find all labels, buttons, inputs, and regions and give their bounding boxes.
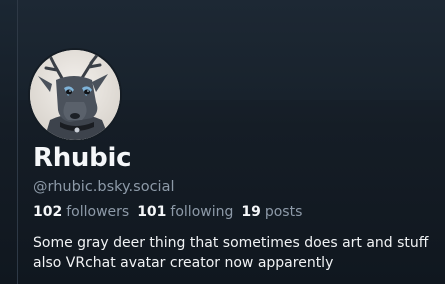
posts-count: 19 — [241, 204, 261, 220]
followers-count: 102 — [33, 204, 63, 220]
profile-bio: Some gray deer thing that sometimes does… — [33, 233, 438, 273]
profile-stats: 102 followers 101 following 19 posts — [33, 204, 310, 220]
posts-label: posts — [264, 204, 303, 220]
bio-line: Some gray deer thing that sometimes does… — [33, 235, 429, 251]
profile-display-name: Rhubic — [33, 143, 132, 173]
posts-stat: 19 posts — [241, 204, 302, 220]
bio-line: also VRchat avatar creator now apparentl… — [33, 255, 334, 271]
profile-avatar[interactable] — [30, 50, 120, 140]
following-stat[interactable]: 101 following — [137, 204, 233, 220]
followers-label: followers — [66, 204, 130, 220]
following-label: following — [170, 204, 234, 220]
profile-handle: @rhubic.bsky.social — [33, 179, 175, 195]
following-count: 101 — [137, 204, 167, 220]
deer-avatar-image — [30, 50, 120, 140]
followers-stat[interactable]: 102 followers — [33, 204, 129, 220]
